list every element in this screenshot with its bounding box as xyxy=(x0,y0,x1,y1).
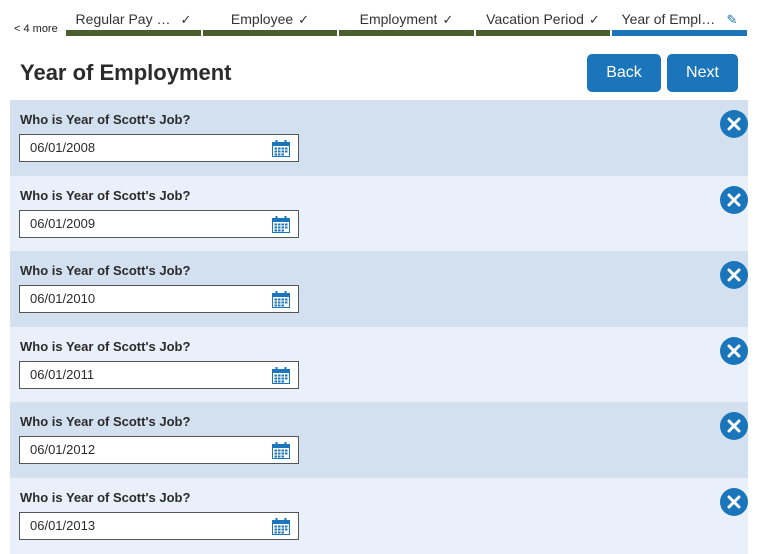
step-employee[interactable]: Employee ✓ xyxy=(203,0,337,38)
step-bar xyxy=(203,30,337,36)
close-icon xyxy=(727,193,741,207)
list-item: Who is Year of Scott's Job? xyxy=(10,175,748,252)
date-input[interactable] xyxy=(30,517,250,533)
calendar-icon[interactable] xyxy=(272,517,290,535)
date-input[interactable] xyxy=(30,442,250,458)
step-bar xyxy=(339,30,474,36)
checkmark-icon: ✓ xyxy=(298,12,310,27)
calendar-icon[interactable] xyxy=(272,366,290,384)
list-item: Who is Year of Scott's Job? xyxy=(10,477,748,554)
date-input[interactable] xyxy=(30,291,250,307)
step-label: Regular Pay Day xyxy=(75,11,176,27)
step-label: Vacation Period xyxy=(486,11,584,27)
back-button[interactable]: Back xyxy=(587,54,661,92)
close-icon xyxy=(727,344,741,358)
step-bar xyxy=(612,30,747,36)
remove-entry-button[interactable] xyxy=(720,110,748,138)
step-regular-pay-day[interactable]: Regular Pay Day ✓ xyxy=(66,0,201,38)
remove-entry-button[interactable] xyxy=(720,336,748,365)
entry-list: Who is Year of Scott's Job? Who is Year … xyxy=(10,100,748,554)
question-label: Who is Year of Scott's Job? xyxy=(20,187,191,203)
calendar-icon[interactable] xyxy=(272,442,290,460)
checkmark-icon: ✓ xyxy=(588,12,600,27)
step-vacation-period[interactable]: Vacation Period ✓ xyxy=(476,0,610,38)
close-icon xyxy=(727,419,741,433)
checkmark-icon: ✓ xyxy=(180,12,192,27)
calendar-icon[interactable] xyxy=(272,215,290,233)
date-field[interactable] xyxy=(19,134,299,162)
step-employment[interactable]: Employment ✓ xyxy=(339,0,474,38)
date-field[interactable] xyxy=(19,285,299,314)
date-input[interactable] xyxy=(30,140,250,155)
date-input[interactable] xyxy=(30,366,250,382)
step-bar xyxy=(476,30,610,36)
step-label: Employee xyxy=(230,11,294,27)
step-label: Employment xyxy=(359,11,438,27)
step-bar xyxy=(66,30,201,36)
list-item: Who is Year of Scott's Job? xyxy=(10,326,748,403)
question-label: Who is Year of Scott's Job? xyxy=(20,263,191,279)
pencil-icon: ✎ xyxy=(726,12,738,27)
calendar-icon[interactable] xyxy=(272,291,290,309)
progress-stepper: < 4 more Regular Pay Day ✓ Employee ✓ Empl… xyxy=(0,0,757,40)
checkmark-icon: ✓ xyxy=(442,12,454,27)
date-field[interactable] xyxy=(19,511,299,540)
date-field[interactable] xyxy=(19,360,299,389)
date-input[interactable] xyxy=(30,215,250,231)
page-title: Year of Employment xyxy=(20,60,232,85)
list-item: Who is Year of Scott's Job? xyxy=(10,251,748,327)
question-label: Who is Year of Scott's Job? xyxy=(20,414,191,430)
question-label: Who is Year of Scott's Job? xyxy=(20,489,191,505)
close-icon xyxy=(727,117,741,131)
page-header: Year of Employment Back Next xyxy=(0,40,757,100)
question-label: Who is Year of Scott's Job? xyxy=(20,338,191,354)
step-year-of-employment[interactable]: Year of Employment ✎ xyxy=(612,0,747,38)
list-item: Who is Year of Scott's Job? xyxy=(10,100,748,176)
date-field[interactable] xyxy=(19,436,299,465)
list-item: Who is Year of Scott's Job? xyxy=(10,402,748,478)
step-label: Year of Employment xyxy=(621,11,722,27)
calendar-icon[interactable] xyxy=(272,140,290,157)
date-field[interactable] xyxy=(19,209,299,238)
more-steps-link[interactable]: < 4 more xyxy=(14,23,58,35)
question-label: Who is Year of Scott's Job? xyxy=(20,112,191,127)
remove-entry-button[interactable] xyxy=(720,487,748,516)
close-icon xyxy=(727,495,741,509)
next-button[interactable]: Next xyxy=(667,54,738,92)
remove-entry-button[interactable] xyxy=(720,185,748,214)
remove-entry-button[interactable] xyxy=(720,412,748,441)
close-icon xyxy=(727,268,741,282)
remove-entry-button[interactable] xyxy=(720,261,748,290)
